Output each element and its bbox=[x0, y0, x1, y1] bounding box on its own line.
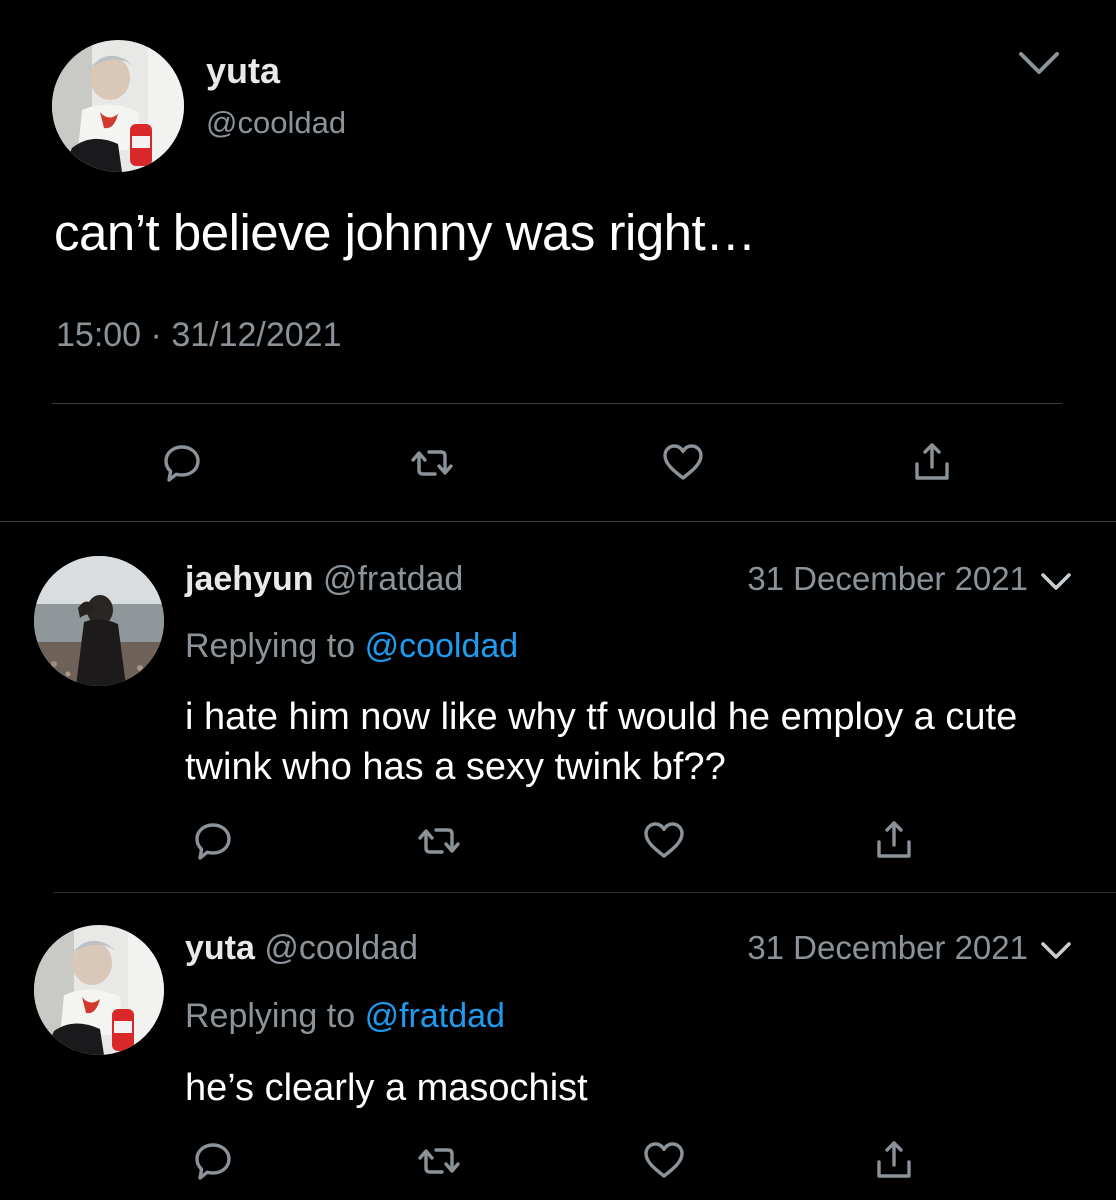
replying-to-label: Replying to bbox=[185, 627, 356, 665]
reply-icon bbox=[195, 1143, 231, 1180]
avatar[interactable] bbox=[52, 40, 184, 172]
retweet-button[interactable] bbox=[409, 440, 455, 486]
author-handle[interactable]: @cooldad bbox=[206, 105, 346, 141]
avatar[interactable] bbox=[34, 556, 164, 686]
share-button[interactable] bbox=[909, 440, 955, 486]
main-tweet[interactable]: yuta @cooldad can’t believe johnny was r… bbox=[0, 0, 1116, 522]
retweet-icon bbox=[418, 828, 460, 854]
tweet-thread-page: yuta @cooldad can’t believe johnny was r… bbox=[0, 0, 1116, 1200]
reply-tweet[interactable]: jaehyun @fratdad 31 December 2021 Replyi… bbox=[0, 522, 1116, 892]
tweet-text: can’t believe johnny was right… bbox=[54, 204, 756, 261]
retweet-button[interactable] bbox=[416, 818, 462, 864]
replying-to: Replying to @cooldad bbox=[185, 627, 518, 666]
like-icon bbox=[644, 1142, 684, 1178]
like-icon bbox=[644, 822, 684, 858]
author-name: jaehyun bbox=[185, 560, 314, 598]
action-bar bbox=[0, 818, 1116, 864]
divider bbox=[52, 403, 1062, 404]
replying-to: Replying to @fratdad bbox=[185, 997, 505, 1036]
mention-link[interactable]: @fratdad bbox=[365, 997, 505, 1035]
action-bar bbox=[0, 440, 1116, 486]
chevron-down-icon[interactable] bbox=[1040, 940, 1072, 962]
author-name: yuta bbox=[185, 929, 255, 967]
author-handle: @fratdad bbox=[322, 560, 464, 598]
author-name[interactable]: yuta bbox=[206, 50, 280, 92]
author-handle: @cooldad bbox=[264, 929, 418, 967]
tweet-timestamp[interactable]: 15:00 · 31/12/2021 bbox=[56, 316, 342, 355]
action-bar bbox=[0, 1138, 1116, 1184]
reply-author[interactable]: jaehyun @fratdad bbox=[185, 560, 463, 599]
reply-button[interactable] bbox=[190, 818, 236, 864]
retweet-icon bbox=[418, 1148, 460, 1174]
reply-text: he’s clearly a masochist bbox=[185, 1067, 588, 1109]
share-icon bbox=[877, 821, 911, 858]
reply-date[interactable]: 31 December 2021 bbox=[747, 929, 1028, 967]
share-button[interactable] bbox=[871, 818, 917, 864]
chevron-down-icon[interactable] bbox=[1017, 48, 1061, 78]
reply-text: i hate him now like why tf would he empl… bbox=[185, 696, 1018, 788]
like-button[interactable] bbox=[641, 818, 687, 864]
tweet-time: 15:00 bbox=[56, 316, 142, 354]
reply-date[interactable]: 31 December 2021 bbox=[747, 560, 1028, 598]
reply-button[interactable] bbox=[159, 440, 205, 486]
meta-separator: · bbox=[150, 316, 162, 354]
like-icon bbox=[663, 444, 703, 480]
reply-author[interactable]: yuta @cooldad bbox=[185, 929, 418, 968]
share-icon bbox=[915, 443, 949, 480]
retweet-button[interactable] bbox=[416, 1138, 462, 1184]
reply-tweet[interactable]: yuta @cooldad 31 December 2021 Replying … bbox=[0, 893, 1116, 1200]
share-icon bbox=[877, 1141, 911, 1178]
avatar[interactable] bbox=[34, 925, 164, 1055]
reply-icon bbox=[195, 823, 231, 860]
chevron-down-icon[interactable] bbox=[1040, 571, 1072, 593]
reply-button[interactable] bbox=[190, 1138, 236, 1184]
share-button[interactable] bbox=[871, 1138, 917, 1184]
retweet-icon bbox=[411, 450, 453, 476]
like-button[interactable] bbox=[641, 1138, 687, 1184]
mention-link[interactable]: @cooldad bbox=[365, 627, 519, 665]
reply-icon bbox=[164, 445, 200, 482]
like-button[interactable] bbox=[660, 440, 706, 486]
replying-to-label: Replying to bbox=[185, 997, 356, 1035]
tweet-date: 31/12/2021 bbox=[171, 316, 342, 354]
